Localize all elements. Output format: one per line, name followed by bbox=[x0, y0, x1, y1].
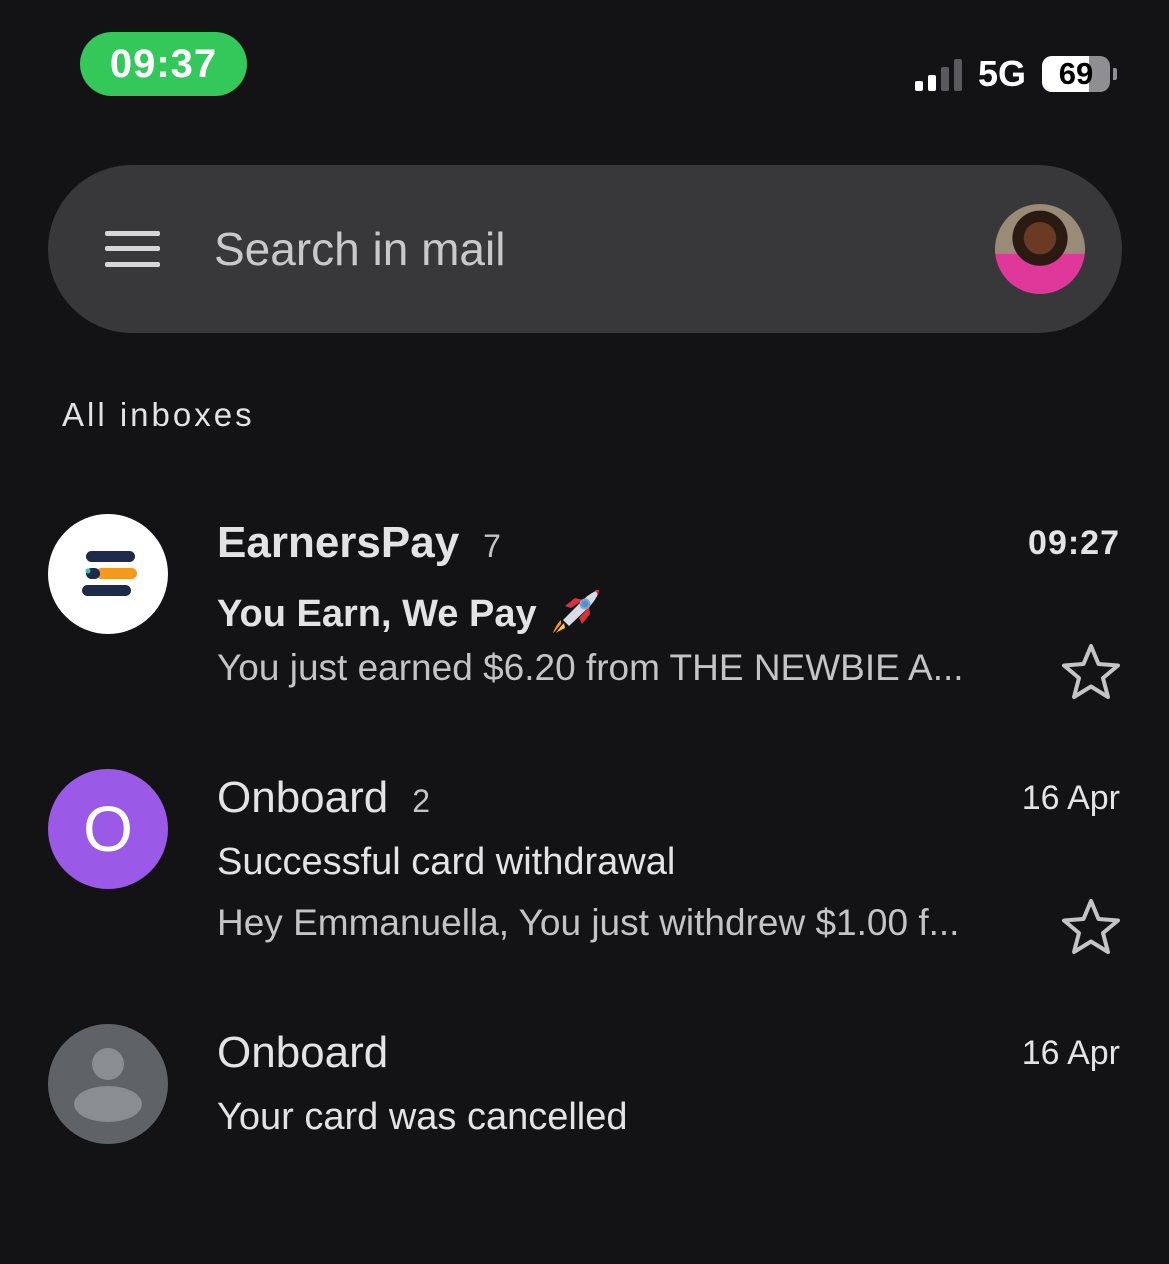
email-subject: Your card was cancelled bbox=[217, 1096, 628, 1138]
network-type: 5G bbox=[977, 53, 1026, 94]
email-subject: You Earn, We Pay bbox=[217, 586, 601, 636]
battery-tip bbox=[1113, 68, 1117, 80]
earnerspay-logo bbox=[48, 514, 168, 634]
search-bar[interactable] bbox=[48, 165, 1122, 333]
star-outline-icon[interactable] bbox=[1060, 897, 1122, 957]
subject-text: You Earn, We Pay bbox=[217, 593, 537, 635]
star-outline-icon[interactable] bbox=[1060, 642, 1122, 702]
email-row[interactable]: Onboard 16 Apr Your card was cancelled bbox=[0, 1024, 1169, 1264]
email-row[interactable]: O Onboard 2 16 Apr Successful card withdr… bbox=[0, 769, 1169, 1009]
sender-avatar: O bbox=[48, 769, 168, 889]
cellular-signal-icon bbox=[914, 57, 962, 91]
email-date: 09:27 bbox=[1028, 524, 1120, 562]
email-sender: Onboard 2 bbox=[217, 773, 430, 823]
sender-name: EarnersPay bbox=[217, 518, 460, 567]
thread-count: 2 bbox=[412, 783, 431, 819]
status-indicators: 5G 69 bbox=[914, 52, 1117, 96]
status-time: 09:37 bbox=[80, 32, 247, 96]
sender-name: Onboard bbox=[217, 773, 389, 822]
email-sender: EarnersPay 7 bbox=[217, 518, 501, 568]
battery-level: 69 bbox=[1058, 56, 1094, 91]
rocket-emoji bbox=[552, 590, 599, 633]
person-silhouette-icon bbox=[74, 1048, 142, 1122]
earnerspay-logo-icon bbox=[82, 551, 137, 596]
battery-icon: 69 bbox=[1042, 56, 1110, 92]
email-sender: Onboard bbox=[217, 1028, 388, 1078]
profile-avatar[interactable] bbox=[995, 204, 1085, 294]
search-input[interactable] bbox=[214, 207, 914, 291]
email-row[interactable]: EarnersPay 7 09:27 You Earn, We Pay You j… bbox=[0, 514, 1169, 754]
thread-count: 7 bbox=[483, 528, 501, 564]
default-person-icon bbox=[48, 1024, 168, 1144]
email-subject: Successful card withdrawal bbox=[217, 841, 676, 883]
email-date: 16 Apr bbox=[1021, 779, 1120, 817]
email-snippet: Hey Emmanuella, You just withdrew $1.00 … bbox=[217, 902, 960, 943]
section-label: All inboxes bbox=[62, 396, 255, 433]
sender-name: Onboard bbox=[217, 1028, 389, 1077]
hamburger-menu-icon[interactable] bbox=[105, 231, 160, 267]
email-date: 16 Apr bbox=[1021, 1034, 1120, 1072]
email-snippet: You just earned $6.20 from THE NEWBIE A.… bbox=[217, 647, 964, 688]
